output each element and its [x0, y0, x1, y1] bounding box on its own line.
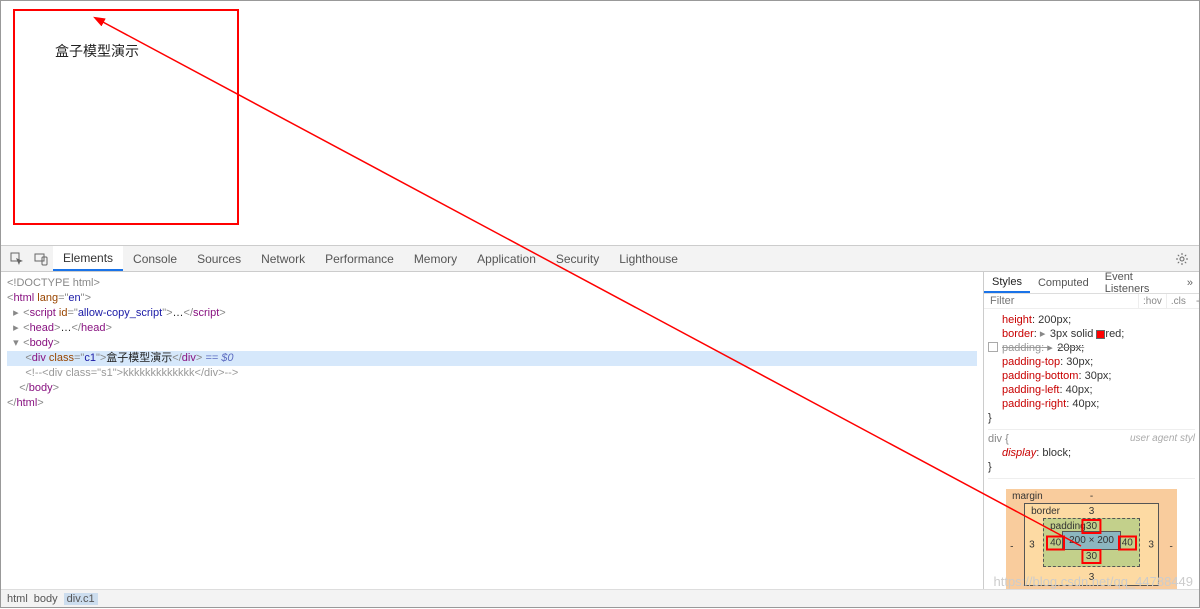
chevron-right-icon[interactable]: ▸ [1040, 327, 1050, 341]
chevron-down-icon[interactable]: ▾ [13, 336, 23, 351]
styles-rules[interactable]: height: 200px; border: ▸3px solid red; p… [984, 309, 1199, 481]
sidebar-tab-event[interactable]: Event Listeners [1097, 272, 1187, 293]
padding-label: padding [1050, 521, 1086, 532]
tab-network[interactable]: Network [251, 246, 315, 271]
padding-top-value[interactable]: 30 [1082, 519, 1101, 534]
breadcrumb-item-selected[interactable]: div.c1 [64, 593, 98, 605]
tab-lighthouse[interactable]: Lighthouse [609, 246, 688, 271]
checkbox[interactable] [988, 342, 998, 352]
hov-toggle[interactable]: :hov [1138, 294, 1166, 308]
tab-console[interactable]: Console [123, 246, 187, 271]
dom-comment: <!--<div class="s1">kkkkkkkkkkkkk</div>-… [25, 367, 238, 379]
padding-bottom-value[interactable]: 30 [1082, 549, 1101, 564]
page-viewport: 盒子模型演示 [1, 1, 1199, 245]
demo-box-text: 盒子模型演示 [55, 43, 139, 59]
gear-icon[interactable] [1169, 246, 1195, 271]
elements-tree[interactable]: <!DOCTYPE html> <html lang="en"> ▸<scrip… [1, 272, 983, 607]
tab-performance[interactable]: Performance [315, 246, 404, 271]
styles-filter-input[interactable] [984, 295, 1138, 307]
tab-sources[interactable]: Sources [187, 246, 251, 271]
chevron-right-icon[interactable]: ▸ [13, 321, 23, 336]
padding-right-value[interactable]: 40 [1118, 535, 1137, 550]
margin-label: margin [1012, 491, 1043, 502]
breadcrumb-item[interactable]: body [34, 593, 58, 605]
devtools-tabbar: Elements Console Sources Network Perform… [1, 246, 1199, 272]
inspect-icon[interactable] [5, 246, 29, 271]
tab-security[interactable]: Security [546, 246, 609, 271]
demo-box: 盒子模型演示 [13, 9, 239, 225]
dom-doctype: <!DOCTYPE html> [7, 277, 100, 289]
devtools: Elements Console Sources Network Perform… [1, 245, 1199, 607]
chevron-right-icon[interactable]: ▸ [13, 306, 23, 321]
tab-application[interactable]: Application [467, 246, 546, 271]
sidebar-tab-more[interactable]: » [1187, 272, 1199, 293]
breadcrumb-item[interactable]: html [7, 593, 28, 605]
chevron-right-icon[interactable]: ▸ [1047, 341, 1057, 355]
tab-memory[interactable]: Memory [404, 246, 467, 271]
sidebar-tab-styles[interactable]: Styles [984, 272, 1030, 293]
cls-toggle[interactable]: .cls [1166, 294, 1190, 308]
dom-selected-node[interactable]: <div class="c1">盒子模型演示</div> == $0 [7, 351, 977, 366]
padding-left-value[interactable]: 40 [1046, 535, 1065, 550]
sidebar-tab-computed[interactable]: Computed [1030, 272, 1097, 293]
new-rule-button[interactable]: + [1190, 294, 1199, 308]
styles-sidebar: Styles Computed Event Listeners » :hov .… [983, 272, 1199, 607]
device-toggle-icon[interactable] [29, 246, 53, 271]
dom-breadcrumb: html body div.c1 [1, 589, 1199, 607]
tab-elements[interactable]: Elements [53, 246, 123, 271]
border-label: border [1031, 506, 1060, 517]
